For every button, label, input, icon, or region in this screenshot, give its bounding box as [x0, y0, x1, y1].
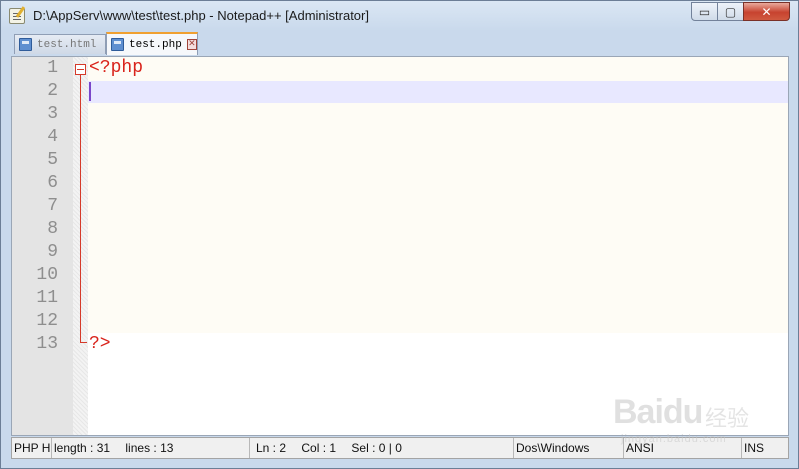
line-number: 12	[36, 311, 58, 331]
tab-label: test.php	[129, 38, 182, 51]
notepad-app-icon	[9, 8, 25, 24]
status-document-info: length : 31 lines : 13	[52, 438, 250, 458]
status-ln: Ln : 2	[256, 441, 287, 455]
current-line-highlight	[88, 81, 788, 103]
line-number: 4	[47, 127, 58, 147]
status-language: PHP H	[12, 438, 52, 458]
line-number: 13	[36, 334, 58, 354]
minimize-button[interactable]: ▭	[691, 2, 718, 21]
document-tab-bar: test.html test.php ✕	[8, 32, 792, 56]
file-saved-icon	[111, 38, 124, 51]
fold-range-line	[80, 75, 81, 343]
code-editor[interactable]: 1 2 3 4 5 6 7 8 9 10 11 12 13 <?php ?>	[11, 56, 789, 436]
text-caret	[89, 82, 91, 101]
close-icon: ✕	[761, 4, 772, 19]
code-line[interactable]: <?php	[89, 57, 143, 80]
line-number: 5	[47, 150, 58, 170]
watermark-sub: jingyan.baidu.com	[621, 433, 727, 445]
status-length: length : 31	[54, 441, 111, 455]
tab-test-html[interactable]: test.html	[14, 34, 106, 54]
tab-label: test.html	[37, 38, 97, 51]
line-number: 9	[47, 242, 58, 262]
status-col: Col : 1	[301, 441, 337, 455]
status-cursor-info: Ln : 2 Col : 1 Sel : 0 | 0	[252, 438, 514, 458]
notepad-window: D:\AppServ\www\test\test.php - Notepad++…	[0, 0, 799, 469]
maximize-button[interactable]: ▢	[717, 2, 744, 21]
line-number: 7	[47, 196, 58, 216]
status-eol: Dos\Windows	[514, 438, 624, 458]
tab-test-php[interactable]: test.php ✕	[106, 32, 198, 55]
fold-collapse-icon[interactable]	[75, 64, 86, 75]
line-number: 8	[47, 219, 58, 239]
line-number-gutter: 1 2 3 4 5 6 7 8 9 10 11 12 13	[12, 57, 73, 435]
fold-end-marker	[80, 342, 87, 343]
watermark-cn: 经验	[705, 406, 750, 431]
minimize-icon: ▭	[698, 4, 711, 19]
line-number: 10	[36, 265, 58, 285]
status-lines: lines : 13	[125, 441, 174, 455]
window-title: D:\AppServ\www\test\test.php - Notepad++…	[33, 8, 369, 23]
title-bar: D:\AppServ\www\test\test.php - Notepad++…	[1, 1, 798, 31]
tab-close-icon[interactable]: ✕	[186, 39, 197, 50]
baidu-watermark: Baidu 经验 jingyan.baidu.com	[613, 385, 763, 455]
maximize-icon: ▢	[724, 4, 737, 19]
file-saved-icon	[19, 38, 32, 51]
line-number: 1	[47, 58, 58, 78]
code-line[interactable]: ?>	[89, 333, 111, 356]
line-number: 11	[36, 288, 58, 308]
status-sel: Sel : 0 | 0	[351, 441, 402, 455]
line-number: 6	[47, 173, 58, 193]
watermark-brand: Baidu	[613, 393, 703, 431]
close-button[interactable]: ✕	[743, 2, 790, 21]
line-number: 3	[47, 104, 58, 124]
line-number: 2	[47, 81, 58, 101]
